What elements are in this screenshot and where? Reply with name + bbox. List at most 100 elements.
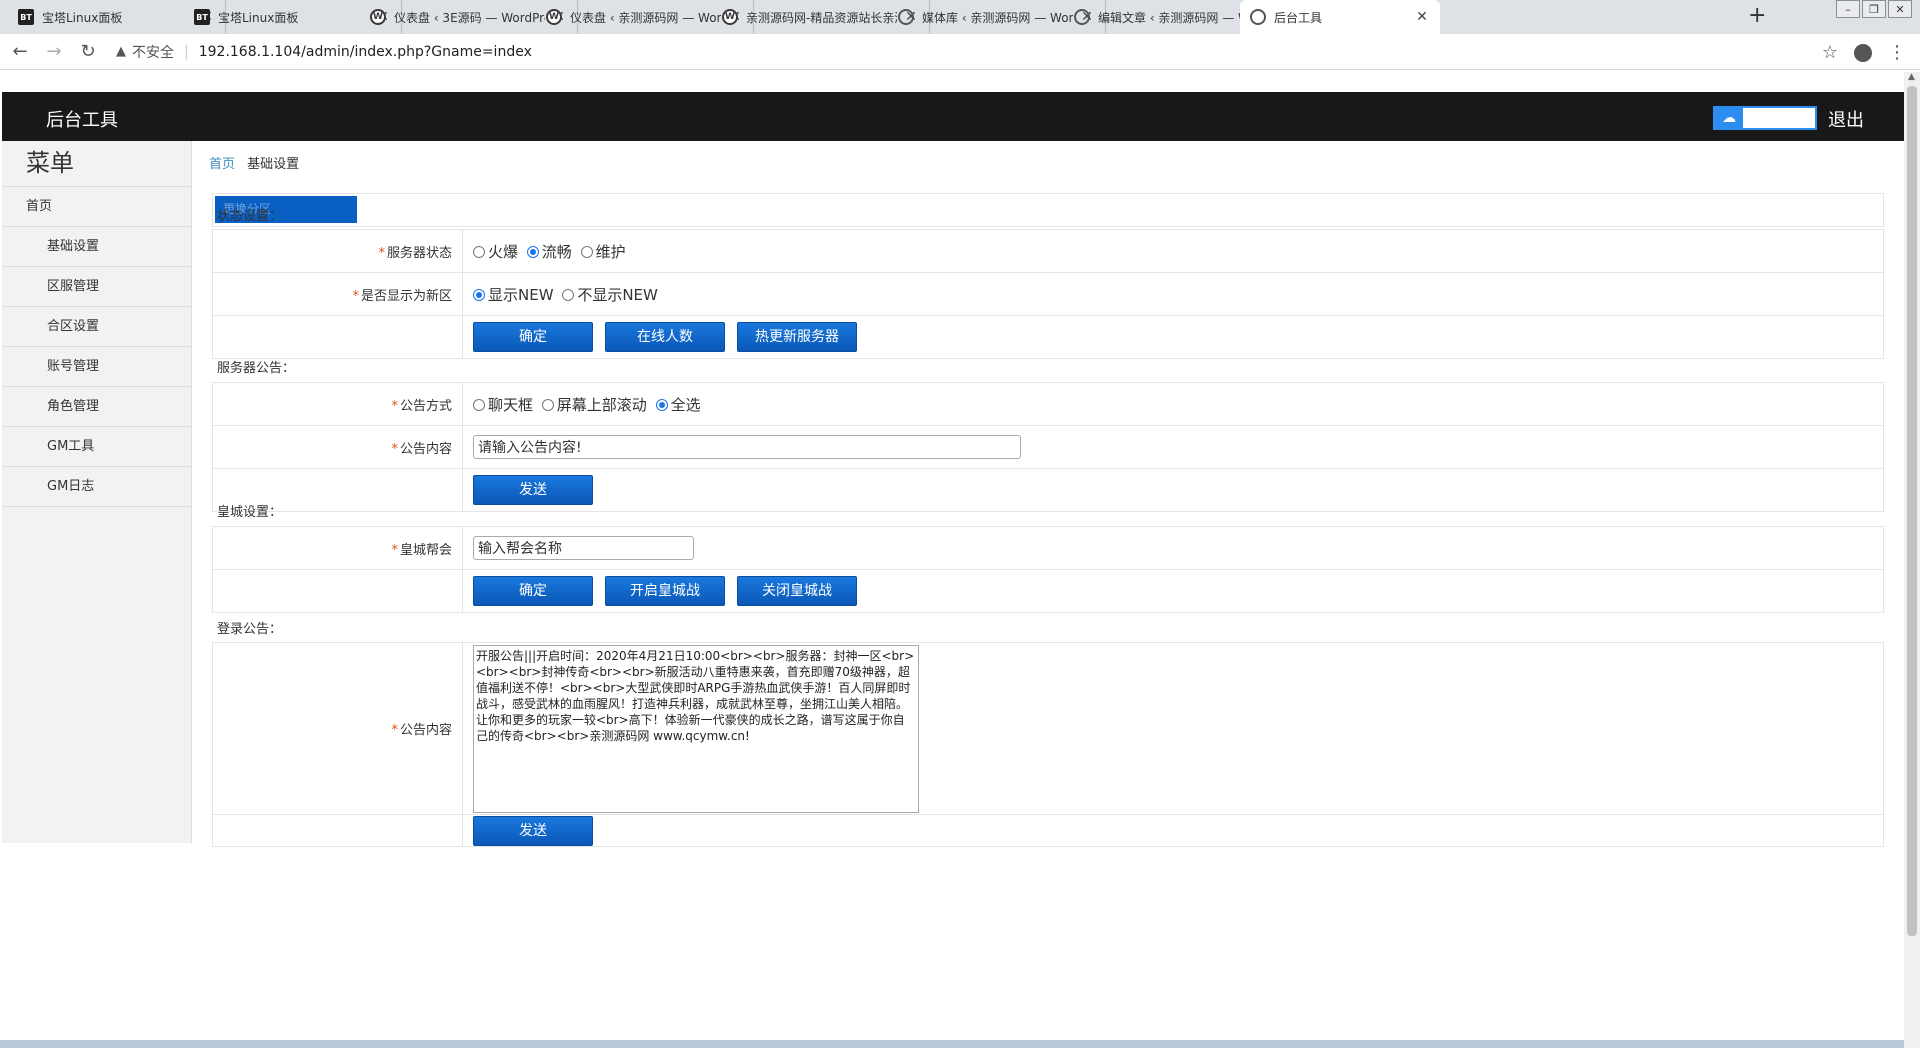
- form-row: 发送: [212, 814, 1884, 847]
- notice-buttons: 发送: [462, 468, 1884, 512]
- tab-title: 宝塔Linux面板: [218, 10, 299, 25]
- sidebar-item-basic-settings[interactable]: 基础设置: [2, 227, 191, 267]
- address-bar: ← → ↻ ▲ 不安全 | 192.168.1.104/admin/index.…: [0, 34, 1920, 70]
- form-row: * 公告内容: [212, 425, 1884, 469]
- form-row: 发送: [212, 468, 1884, 512]
- confirm-castle-button[interactable]: 确定: [473, 576, 593, 606]
- required-mark: *: [352, 288, 359, 304]
- sidebar-item-role-management[interactable]: 角色管理: [2, 387, 191, 427]
- bookmark-star-icon[interactable]: ☆: [1822, 42, 1838, 63]
- form-row: * 皇城帮会: [212, 526, 1884, 570]
- partition-bar: 更换分区: [212, 193, 1884, 227]
- menu-dots-icon[interactable]: ⋮: [1888, 42, 1906, 63]
- globe-favicon-icon: [1250, 9, 1266, 25]
- login-buttons: 发送: [462, 814, 1884, 847]
- required-mark: *: [391, 441, 398, 457]
- logout-link[interactable]: 退出: [1828, 106, 1864, 132]
- radio-hot[interactable]: [473, 245, 485, 258]
- url-text: 192.168.1.104/admin/index.php?Gname=inde…: [198, 43, 532, 60]
- sidebar-item-merge-settings[interactable]: 合区设置: [2, 307, 191, 347]
- radio-show-new[interactable]: [473, 288, 485, 301]
- minimize-icon[interactable]: –: [1836, 0, 1860, 18]
- notice-content-label: 公告内容: [399, 441, 452, 457]
- breadcrumb-current: 基础设置: [247, 157, 300, 172]
- login-content-label: 公告内容: [399, 723, 452, 738]
- sidebar-item-gm-tools[interactable]: GM工具: [2, 427, 191, 467]
- form-row: * 服务器状态 火爆 流畅 维护: [212, 229, 1884, 273]
- login-notice-form: * 公告内容 开服公告|||开启时间：2020年4月21日10:00<br><br…: [212, 642, 1884, 847]
- open-castle-war-button[interactable]: 开启皇城战: [605, 576, 725, 606]
- server-status-label: 服务器状态: [386, 245, 452, 261]
- tab-title: 仪表盘 ‹ 亲测源码网 — WordPress: [570, 10, 721, 25]
- restore-icon[interactable]: ❐: [1862, 0, 1886, 18]
- status-section-title: 状态设置：: [217, 209, 283, 224]
- radio-label: 不显示NEW: [577, 285, 658, 304]
- form-label-empty: [212, 569, 463, 613]
- castle-form: *皇城帮会 确定开启皇城战关闭皇城战: [212, 526, 1884, 613]
- castle-guild-input[interactable]: [473, 536, 694, 560]
- required-mark: *: [391, 542, 398, 558]
- close-window-icon[interactable]: ✕: [1888, 0, 1912, 18]
- radio-label: 屏幕上部滚动: [556, 395, 647, 414]
- new-tab-icon[interactable]: +: [1748, 3, 1766, 28]
- new-zone-label: 是否显示为新区: [360, 288, 452, 304]
- castle-guild-cell: [462, 526, 1884, 570]
- form-label: * 是否显示为新区: [212, 272, 463, 316]
- forward-icon[interactable]: →: [40, 41, 68, 62]
- globe-favicon-icon: [1074, 9, 1090, 25]
- sidebar-item-account-management[interactable]: 账号管理: [2, 347, 191, 387]
- warning-icon[interactable]: ▲: [116, 44, 126, 59]
- radio-chat-box[interactable]: [473, 398, 485, 411]
- login-notice-textarea[interactable]: 开服公告|||开启时间：2020年4月21日10:00<br><br>服务器：封…: [473, 644, 919, 813]
- required-mark: *: [391, 398, 398, 414]
- radio-label: 维护: [595, 242, 626, 261]
- cloud-widget[interactable]: ☁: [1713, 106, 1817, 130]
- server-status-radios: 火爆 流畅 维护: [462, 229, 1884, 273]
- confirm-button[interactable]: 确定: [473, 322, 593, 352]
- send-notice-button[interactable]: 发送: [473, 475, 593, 505]
- online-count-button[interactable]: 在线人数: [605, 322, 725, 352]
- wordpress-favicon-icon: W: [370, 9, 386, 25]
- radio-smooth[interactable]: [526, 245, 539, 258]
- window-controls: – ❐ ✕: [1834, 0, 1912, 18]
- reload-icon[interactable]: ↻: [74, 41, 102, 62]
- app-title: 后台工具: [46, 110, 118, 131]
- sidebar-item-server-management[interactable]: 区服管理: [2, 267, 191, 307]
- insecure-label: 不安全: [132, 44, 174, 61]
- tab-title: 编辑文章 ‹ 亲测源码网 — WordPress: [1098, 10, 1249, 25]
- radio-maintenance[interactable]: [580, 245, 593, 258]
- form-row: * 是否显示为新区 显示NEW 不显示NEW: [212, 272, 1884, 316]
- form-label: * 公告内容: [212, 642, 463, 815]
- login-content-cell: 开服公告|||开启时间：2020年4月21日10:00<br><br>服务器：封…: [462, 642, 1884, 815]
- back-icon[interactable]: ←: [6, 41, 34, 62]
- profile-avatar-icon[interactable]: [1854, 43, 1872, 62]
- notice-mode-radios: 聊天框 屏幕上部滚动 全选: [462, 382, 1884, 426]
- notice-mode-label: 公告方式: [399, 398, 452, 414]
- scrollbar-thumb[interactable]: [1907, 86, 1917, 936]
- sidebar-item-gm-log[interactable]: GM日志: [2, 467, 191, 507]
- form-row: * 公告方式 聊天框 屏幕上部滚动 全选: [212, 382, 1884, 426]
- scroll-up-icon[interactable]: ▲: [1908, 72, 1915, 82]
- wordpress-favicon-icon: W: [546, 9, 562, 25]
- hot-update-button[interactable]: 热更新服务器: [737, 322, 857, 352]
- radio-select-all[interactable]: [655, 398, 668, 411]
- wordpress-favicon-icon: W: [722, 9, 738, 25]
- new-zone-radios: 显示NEW 不显示NEW: [462, 272, 1884, 316]
- cloud-icon: ☁: [1715, 108, 1743, 128]
- radio-label: 全选: [670, 395, 701, 414]
- castle-section-title: 皇城设置：: [217, 505, 283, 520]
- sidebar-item-home[interactable]: 首页: [2, 187, 191, 227]
- url-field[interactable]: ▲ 不安全 | 192.168.1.104/admin/index.php?Gn…: [116, 42, 532, 62]
- radio-hide-new[interactable]: [562, 288, 575, 301]
- breadcrumb-home-link[interactable]: 首页: [209, 157, 235, 172]
- page-scrollbar[interactable]: ▲: [1904, 72, 1920, 1048]
- close-icon[interactable]: ✕: [1414, 9, 1430, 25]
- url-separator: |: [184, 43, 189, 60]
- close-castle-war-button[interactable]: 关闭皇城战: [737, 576, 857, 606]
- radio-top-scroll[interactable]: [541, 398, 554, 411]
- required-mark: *: [391, 723, 398, 738]
- browser-tab-active[interactable]: 后台工具 ✕: [1240, 0, 1440, 34]
- notice-content-input[interactable]: [473, 435, 1021, 459]
- os-taskbar: [0, 1040, 1904, 1048]
- send-login-notice-button[interactable]: 发送: [473, 815, 593, 846]
